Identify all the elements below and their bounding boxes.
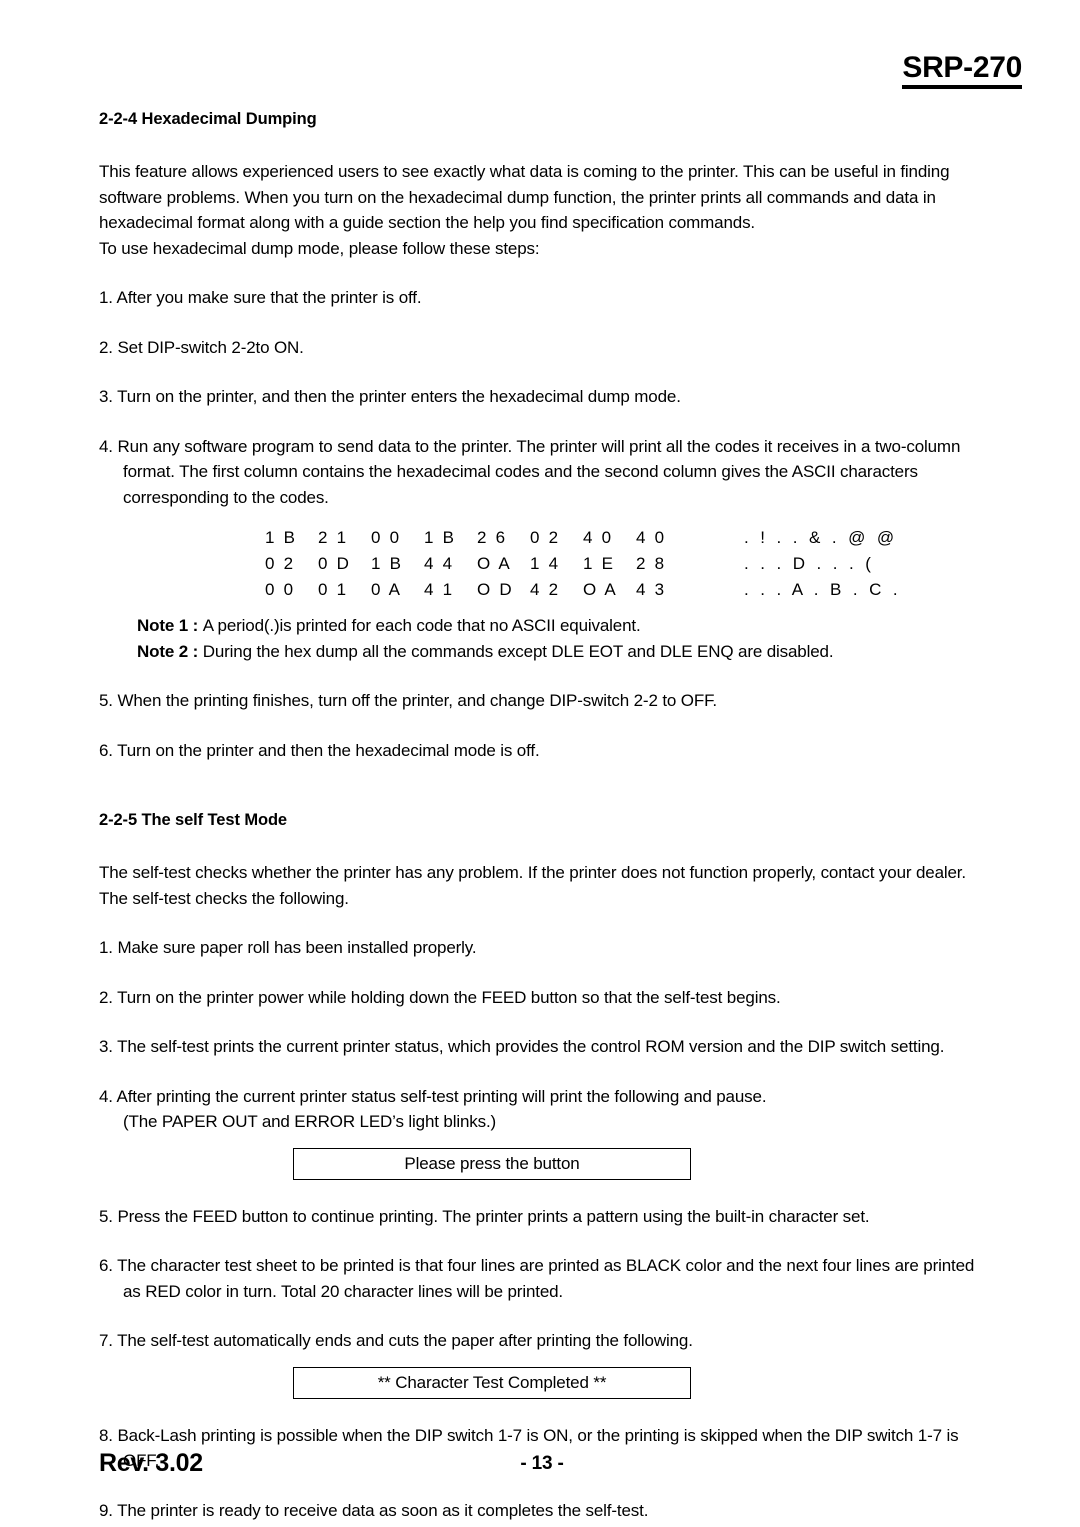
printed-output-box-press-button: Please press the button: [293, 1147, 691, 1180]
model-title: SRP-270: [902, 52, 1022, 89]
hex-ascii-column: . ! . . & . @ @: [744, 528, 898, 547]
hex-ascii-column: . . . D . . . (: [744, 554, 875, 573]
hex-byte: 4 4: [424, 554, 455, 573]
selftest-intro-paragraph: The self-test checks whether the printer…: [99, 863, 966, 908]
hex-byte: 0 0: [371, 528, 402, 547]
note-1-text: A period(.)is printed for each code that…: [202, 616, 641, 635]
section-heading-self-test-mode: 2-2-5 The self Test Mode: [99, 811, 288, 829]
hex-byte: 1 4: [530, 554, 561, 573]
hex-byte: 4 2: [530, 580, 561, 599]
footer-page-number: - 13 -: [520, 1453, 564, 1474]
hex-byte: 1 B: [424, 528, 457, 547]
hex-byte: O A: [583, 580, 618, 599]
selftest-step-6: 6. The character test sheet to be printe…: [99, 1256, 975, 1301]
hex-byte: 2 6: [477, 528, 508, 547]
printed-output-box-1-wrap: Please press the button: [99, 1147, 985, 1180]
selftest-step-5: 5. Press the FEED button to continue pri…: [99, 1206, 870, 1226]
hex-byte: 1 B: [371, 554, 404, 573]
hex-ascii-column: . . . A . B . C .: [744, 580, 902, 599]
note-2: Note 2 : During the hex dump all the com…: [137, 639, 985, 665]
hex-dump-row: 0 0 0 1 0 A 4 1 O D 4 2 O A 4 3 . . . A …: [265, 577, 985, 603]
selftest-step-4-line1: 4. After printing the current printer st…: [99, 1086, 767, 1106]
note-1: Note 1 : A period(.)is printed for each …: [137, 613, 985, 639]
hex-step-4: 4. Run any software program to send data…: [99, 436, 961, 507]
hex-byte: 4 3: [636, 580, 667, 599]
hex-notes: Note 1 : A period(.)is printed for each …: [137, 613, 985, 664]
selftest-step-3: 3. The self-test prints the current prin…: [99, 1037, 945, 1056]
hex-byte: 4 0: [636, 528, 667, 547]
page-header: SRP-270: [902, 52, 1022, 89]
printed-output-box-2-wrap: ** Character Test Completed **: [99, 1366, 985, 1399]
note-2-text: During the hex dump all the commands exc…: [202, 641, 834, 661]
selftest-step-7: 7. The self-test automatically ends and …: [99, 1331, 693, 1350]
note-1-label: Note 1 :: [137, 616, 203, 635]
hex-byte: 2 1: [318, 528, 349, 547]
page-footer: Rev. 3.02 - 13 -: [99, 1449, 985, 1489]
hex-byte: 0 2: [530, 528, 561, 547]
selftest-step-2: 2. Turn on the printer power while holdi…: [99, 987, 781, 1007]
section-heading-hex-dumping: 2-2-4 Hexadecimal Dumping: [99, 110, 317, 128]
hex-step-6: 6. Turn on the printer and then the hexa…: [99, 740, 540, 760]
selftest-step-4: 4. After printing the current printer st…: [99, 1084, 985, 1135]
hex-intro-steps-line: To use hexadecimal dump mode, please fol…: [99, 238, 540, 258]
hex-byte: 0 A: [371, 580, 403, 599]
hex-dump-sample: 1 B 2 1 0 0 1 B 2 6 0 2 4 0 4 0 . ! . . …: [265, 525, 985, 603]
hex-byte: 0 0: [265, 580, 296, 599]
hex-byte: O D: [477, 580, 514, 599]
hex-byte: 0 1: [318, 580, 349, 599]
hex-byte: 1 E: [583, 554, 616, 573]
selftest-step-9: 9. The printer is ready to receive data …: [99, 1500, 649, 1520]
hex-byte: 4 0: [583, 528, 614, 547]
hex-byte: 1 B: [265, 528, 298, 547]
hex-byte: O A: [477, 554, 512, 573]
hex-step-1: 1. After you make sure that the printer …: [99, 288, 422, 307]
hex-step-5: 5. When the printing finishes, turn off …: [99, 691, 718, 710]
selftest-step-4-line2: (The PAPER OUT and ERROR LED’s light bli…: [123, 1112, 497, 1131]
hex-dump-row: 1 B 2 1 0 0 1 B 2 6 0 2 4 0 4 0 . ! . . …: [265, 525, 985, 551]
printed-output-box-character-test-completed: ** Character Test Completed **: [293, 1366, 691, 1399]
note-2-label: Note 2 :: [137, 641, 203, 661]
page-content: 2-2-4 Hexadecimal Dumping This feature a…: [99, 110, 985, 1523]
hex-dump-row: 0 2 0 D 1 B 4 4 O A 1 4 1 E 2 8 . . . D …: [265, 551, 985, 577]
hex-step-2: 2. Set DIP-switch 2-2to ON.: [99, 337, 304, 357]
hex-step-3: 3. Turn on the printer, and then the pri…: [99, 387, 681, 406]
hex-byte: 0 2: [265, 554, 296, 573]
hex-intro-paragraph: This feature allows experienced users to…: [99, 162, 950, 232]
hex-byte: 4 1: [424, 580, 455, 599]
hex-byte: 0 D: [318, 554, 352, 573]
selftest-step-1: 1. Make sure paper roll has been install…: [99, 938, 477, 957]
document-page: SRP-270 2-2-4 Hexadecimal Dumping This f…: [0, 0, 1080, 1527]
hex-byte: 2 8: [636, 554, 667, 573]
